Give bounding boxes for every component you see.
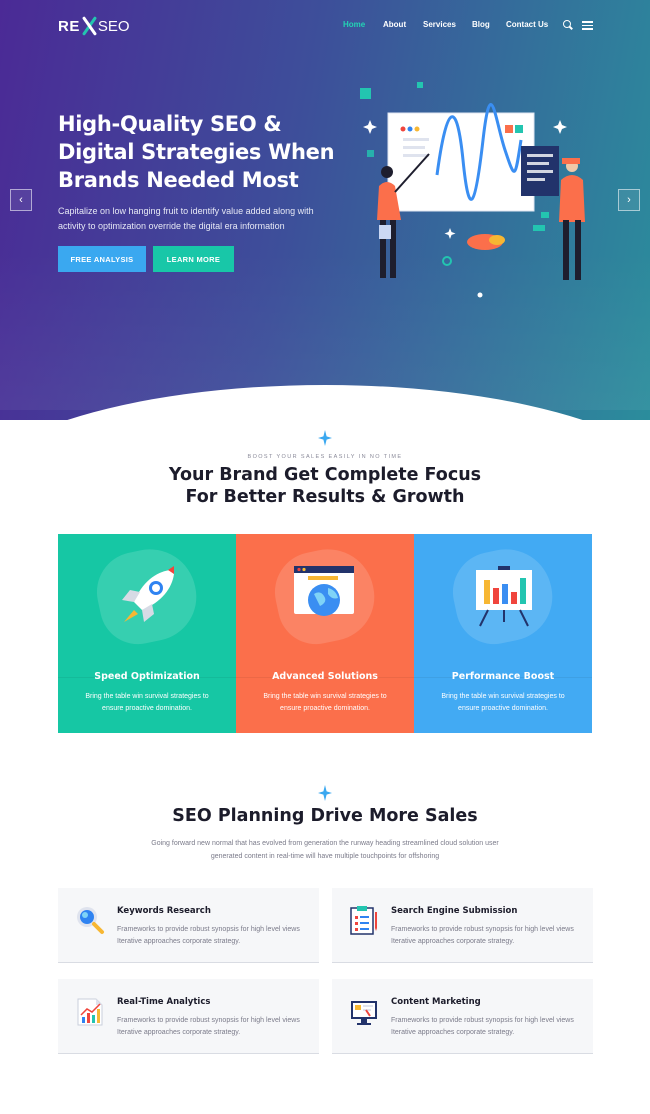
- logo-seo-text: SEO: [97, 17, 130, 35]
- logo-re-text: RE: [58, 17, 80, 35]
- section-kicker: BOOST YOUR SALES EASILY IN NO TIME: [247, 454, 403, 460]
- nav-contact[interactable]: Contact Us: [506, 20, 548, 29]
- focus-title-line1: Your Brand Get Complete Focus: [168, 465, 482, 485]
- feature-description: Frameworks to provide robust synopsis fo…: [117, 1017, 300, 1036]
- nav-blog[interactable]: Blog: [472, 20, 490, 29]
- globe-browser-icon: [294, 566, 354, 616]
- logo[interactable]: RE SEO: [58, 16, 130, 36]
- chevron-right-icon: ›: [627, 194, 631, 206]
- card-title: Advanced Solutions: [272, 671, 378, 682]
- feature-title: Keywords Research: [117, 906, 211, 916]
- feature-description: Frameworks to provide robust synopsis fo…: [391, 926, 574, 945]
- focus-section-title: Your Brand Get Complete Focus For Better…: [0, 464, 650, 508]
- card-description: Bring the table win survival strategies …: [263, 693, 387, 712]
- card-description: Bring the table win survival strategies …: [441, 693, 565, 712]
- hero-illustration: [360, 82, 585, 298]
- advanced-solutions-card[interactable]: Advanced Solutions Bring the table win s…: [236, 534, 414, 733]
- feature-title: Search Engine Submission: [391, 906, 518, 916]
- menu-icon[interactable]: [582, 21, 593, 30]
- hero-title: High-Quality SEO & Digital Strategies Wh…: [58, 112, 335, 192]
- learn-more-button[interactable]: LEARN MORE: [153, 246, 234, 272]
- logo-x-mark: [81, 16, 97, 36]
- search-icon[interactable]: [563, 20, 573, 30]
- nav-home[interactable]: Home: [343, 20, 365, 29]
- feature-title: Real-Time Analytics: [117, 997, 211, 1007]
- nav-about[interactable]: About: [383, 20, 406, 29]
- planning-section-title: SEO Planning Drive More Sales: [172, 806, 478, 826]
- magnifier-icon: [77, 907, 104, 934]
- feature-card-search-engine[interactable]: Search Engine Submission Frameworks to p…: [332, 888, 593, 963]
- analytics-chart-icon: [77, 998, 103, 1026]
- prev-slide-button[interactable]: ‹: [10, 189, 32, 211]
- sparkle-icon: [318, 785, 332, 801]
- focus-title-line2: For Better Results & Growth: [185, 487, 465, 507]
- speed-optimization-card[interactable]: Speed Optimization Bring the table win s…: [58, 534, 236, 733]
- hero-section: RE SEO Home About Services Blog Contact …: [0, 0, 650, 420]
- focus-cards: Speed Optimization Bring the table win s…: [58, 534, 592, 733]
- chevron-left-icon: ‹: [19, 194, 23, 206]
- sparkle-icon: [318, 430, 332, 446]
- feature-description: Frameworks to provide robust synopsis fo…: [391, 1017, 574, 1036]
- feature-card-content-marketing[interactable]: Content Marketing Frameworks to provide …: [332, 979, 593, 1054]
- performance-boost-card[interactable]: Performance Boost Bring the table win su…: [414, 534, 592, 733]
- card-title: Performance Boost: [451, 671, 555, 682]
- free-analysis-button[interactable]: FREE ANALYSIS: [58, 246, 146, 272]
- monitor-icon: [351, 1001, 377, 1025]
- card-title: Speed Optimization: [94, 671, 200, 682]
- feature-title: Content Marketing: [391, 997, 481, 1007]
- clipboard-icon: [350, 906, 377, 935]
- card-description: Bring the table win survival strategies …: [85, 693, 209, 712]
- planning-subtitle: Going forward new normal that has evolve…: [151, 840, 499, 860]
- hero-subtitle: Capitalize on low hanging fruit to ident…: [58, 206, 314, 231]
- next-slide-button[interactable]: ›: [618, 189, 640, 211]
- feature-card-analytics[interactable]: Real-Time Analytics Frameworks to provid…: [58, 979, 319, 1054]
- nav-services[interactable]: Services: [423, 20, 456, 29]
- feature-description: Frameworks to provide robust synopsis fo…: [117, 926, 300, 945]
- bar-chart-board-icon: [476, 566, 532, 627]
- feature-card-keywords[interactable]: Keywords Research Frameworks to provide …: [58, 888, 319, 963]
- rocket-icon: [122, 566, 174, 622]
